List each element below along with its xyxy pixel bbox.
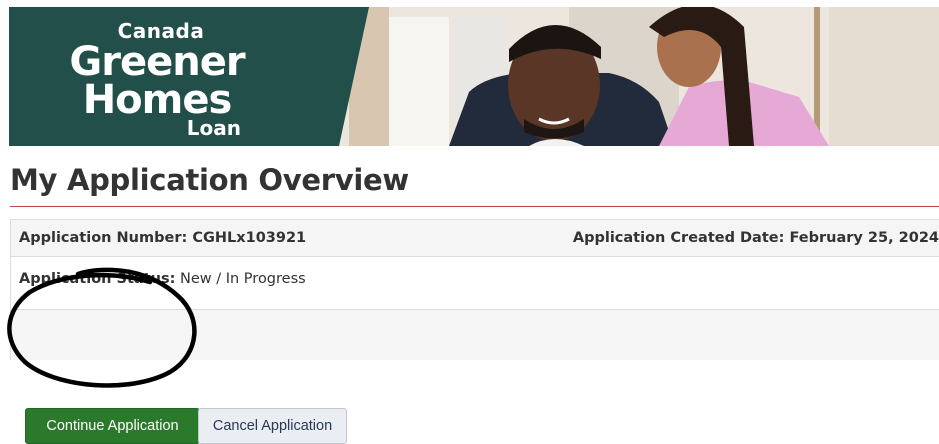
application-status: Application Status: New / In Progress [19,271,306,287]
cancel-application-button[interactable]: Cancel Application [198,408,347,444]
header-banner: Canada Greener Homes Loan [9,7,939,146]
application-created-date: Application Created Date: February 25, 2… [573,230,939,246]
page-title: My Application Overview [10,163,409,197]
created-date-value: February 25, 2024 [789,230,939,246]
application-actions: Continue Application Cancel Application [11,309,939,444]
application-panel-header: Application Number: CGHLx103921 Applicat… [11,220,939,257]
logo-text-greener: Greener [69,39,245,85]
status-label: Application Status: [19,271,176,287]
created-date-label: Application Created Date: [572,230,785,246]
application-panel: Application Number: CGHLx103921 Applicat… [10,219,939,444]
continue-application-button[interactable]: Continue Application [25,408,200,444]
application-number-value: CGHLx103921 [192,230,307,246]
application-number-label: Application Number: [19,230,188,246]
logo-text-canada: Canada [117,19,205,43]
logo-text-homes: Homes [82,77,233,123]
title-divider [10,206,939,207]
application-number: Application Number: CGHLx103921 [19,230,306,246]
status-value: New / In Progress [180,271,306,287]
brand-logo: Canada Greener Homes Loan [67,21,247,138]
